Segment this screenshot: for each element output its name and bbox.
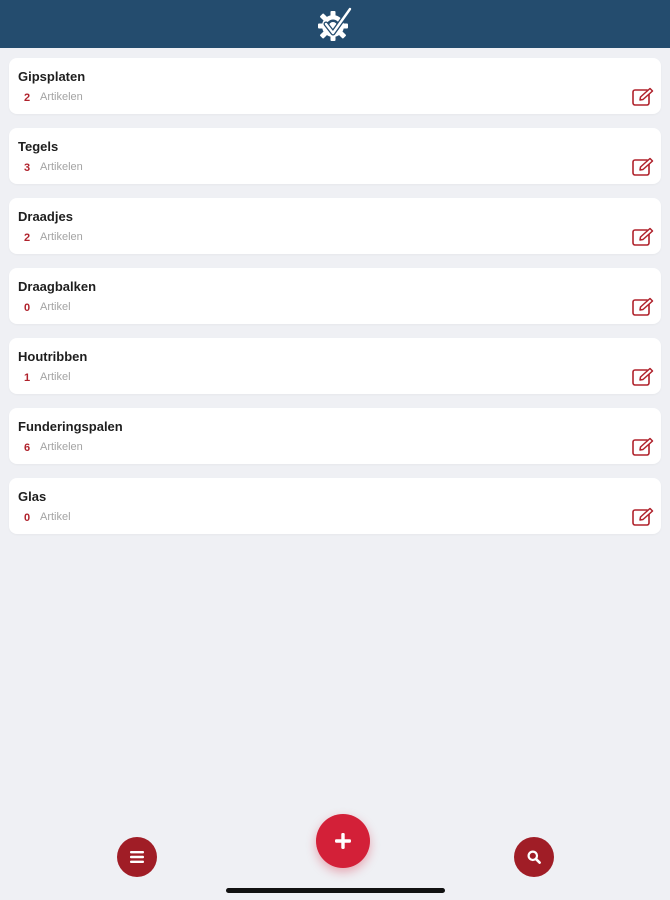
category-card-draagbalken[interactable]: Draagbalken 0 Artikel bbox=[9, 268, 661, 324]
edit-button[interactable] bbox=[632, 87, 654, 107]
edit-icon bbox=[632, 157, 654, 176]
category-list: Gipsplaten 2 Artikelen Tegels 3 Artikele… bbox=[9, 58, 661, 548]
gear-check-logo-icon bbox=[318, 6, 353, 41]
article-count: 0 bbox=[24, 302, 31, 314]
article-count: 1 bbox=[24, 372, 31, 384]
search-icon bbox=[527, 850, 541, 864]
edit-button[interactable] bbox=[632, 367, 654, 387]
edit-button[interactable] bbox=[632, 227, 654, 247]
edit-icon bbox=[632, 87, 654, 106]
edit-icon bbox=[632, 367, 654, 386]
article-count: 2 bbox=[24, 92, 31, 104]
edit-button[interactable] bbox=[632, 437, 654, 457]
edit-icon bbox=[632, 437, 654, 456]
article-count: 3 bbox=[24, 162, 31, 174]
menu-button[interactable] bbox=[117, 837, 157, 877]
category-name: Tegels bbox=[18, 139, 59, 154]
category-name: Draadjes bbox=[18, 209, 73, 224]
home-indicator[interactable] bbox=[226, 888, 445, 893]
plus-icon bbox=[335, 833, 351, 849]
add-category-button[interactable] bbox=[316, 814, 370, 868]
search-button[interactable] bbox=[514, 837, 554, 877]
edit-button[interactable] bbox=[632, 507, 654, 527]
category-card-gipsplaten[interactable]: Gipsplaten 2 Artikelen bbox=[9, 58, 661, 114]
article-count: 0 bbox=[24, 512, 31, 524]
article-unit-label: Artikel bbox=[40, 371, 71, 383]
article-unit-label: Artikel bbox=[40, 511, 71, 523]
category-card-funderingspalen[interactable]: Funderingspalen 6 Artikelen bbox=[9, 408, 661, 464]
article-unit-label: Artikelen bbox=[40, 161, 83, 173]
category-name: Houtribben bbox=[18, 349, 88, 364]
category-card-draadjes[interactable]: Draadjes 2 Artikelen bbox=[9, 198, 661, 254]
hamburger-menu-icon bbox=[130, 851, 144, 863]
category-name: Gipsplaten bbox=[18, 69, 86, 84]
edit-button[interactable] bbox=[632, 297, 654, 317]
category-name: Draagbalken bbox=[18, 279, 97, 294]
app-header bbox=[0, 0, 670, 48]
category-card-houtribben[interactable]: Houtribben 1 Artikel bbox=[9, 338, 661, 394]
article-count: 2 bbox=[24, 232, 31, 244]
article-unit-label: Artikelen bbox=[40, 441, 83, 453]
article-unit-label: Artikel bbox=[40, 301, 71, 313]
article-unit-label: Artikelen bbox=[40, 91, 83, 103]
edit-icon bbox=[632, 227, 654, 246]
edit-icon bbox=[632, 507, 654, 526]
category-card-glas[interactable]: Glas 0 Artikel bbox=[9, 478, 661, 534]
edit-icon bbox=[632, 297, 654, 316]
category-card-tegels[interactable]: Tegels 3 Artikelen bbox=[9, 128, 661, 184]
category-name: Funderingspalen bbox=[18, 419, 123, 434]
edit-button[interactable] bbox=[632, 157, 654, 177]
category-name: Glas bbox=[18, 489, 47, 504]
article-count: 6 bbox=[24, 442, 31, 454]
article-unit-label: Artikelen bbox=[40, 231, 83, 243]
